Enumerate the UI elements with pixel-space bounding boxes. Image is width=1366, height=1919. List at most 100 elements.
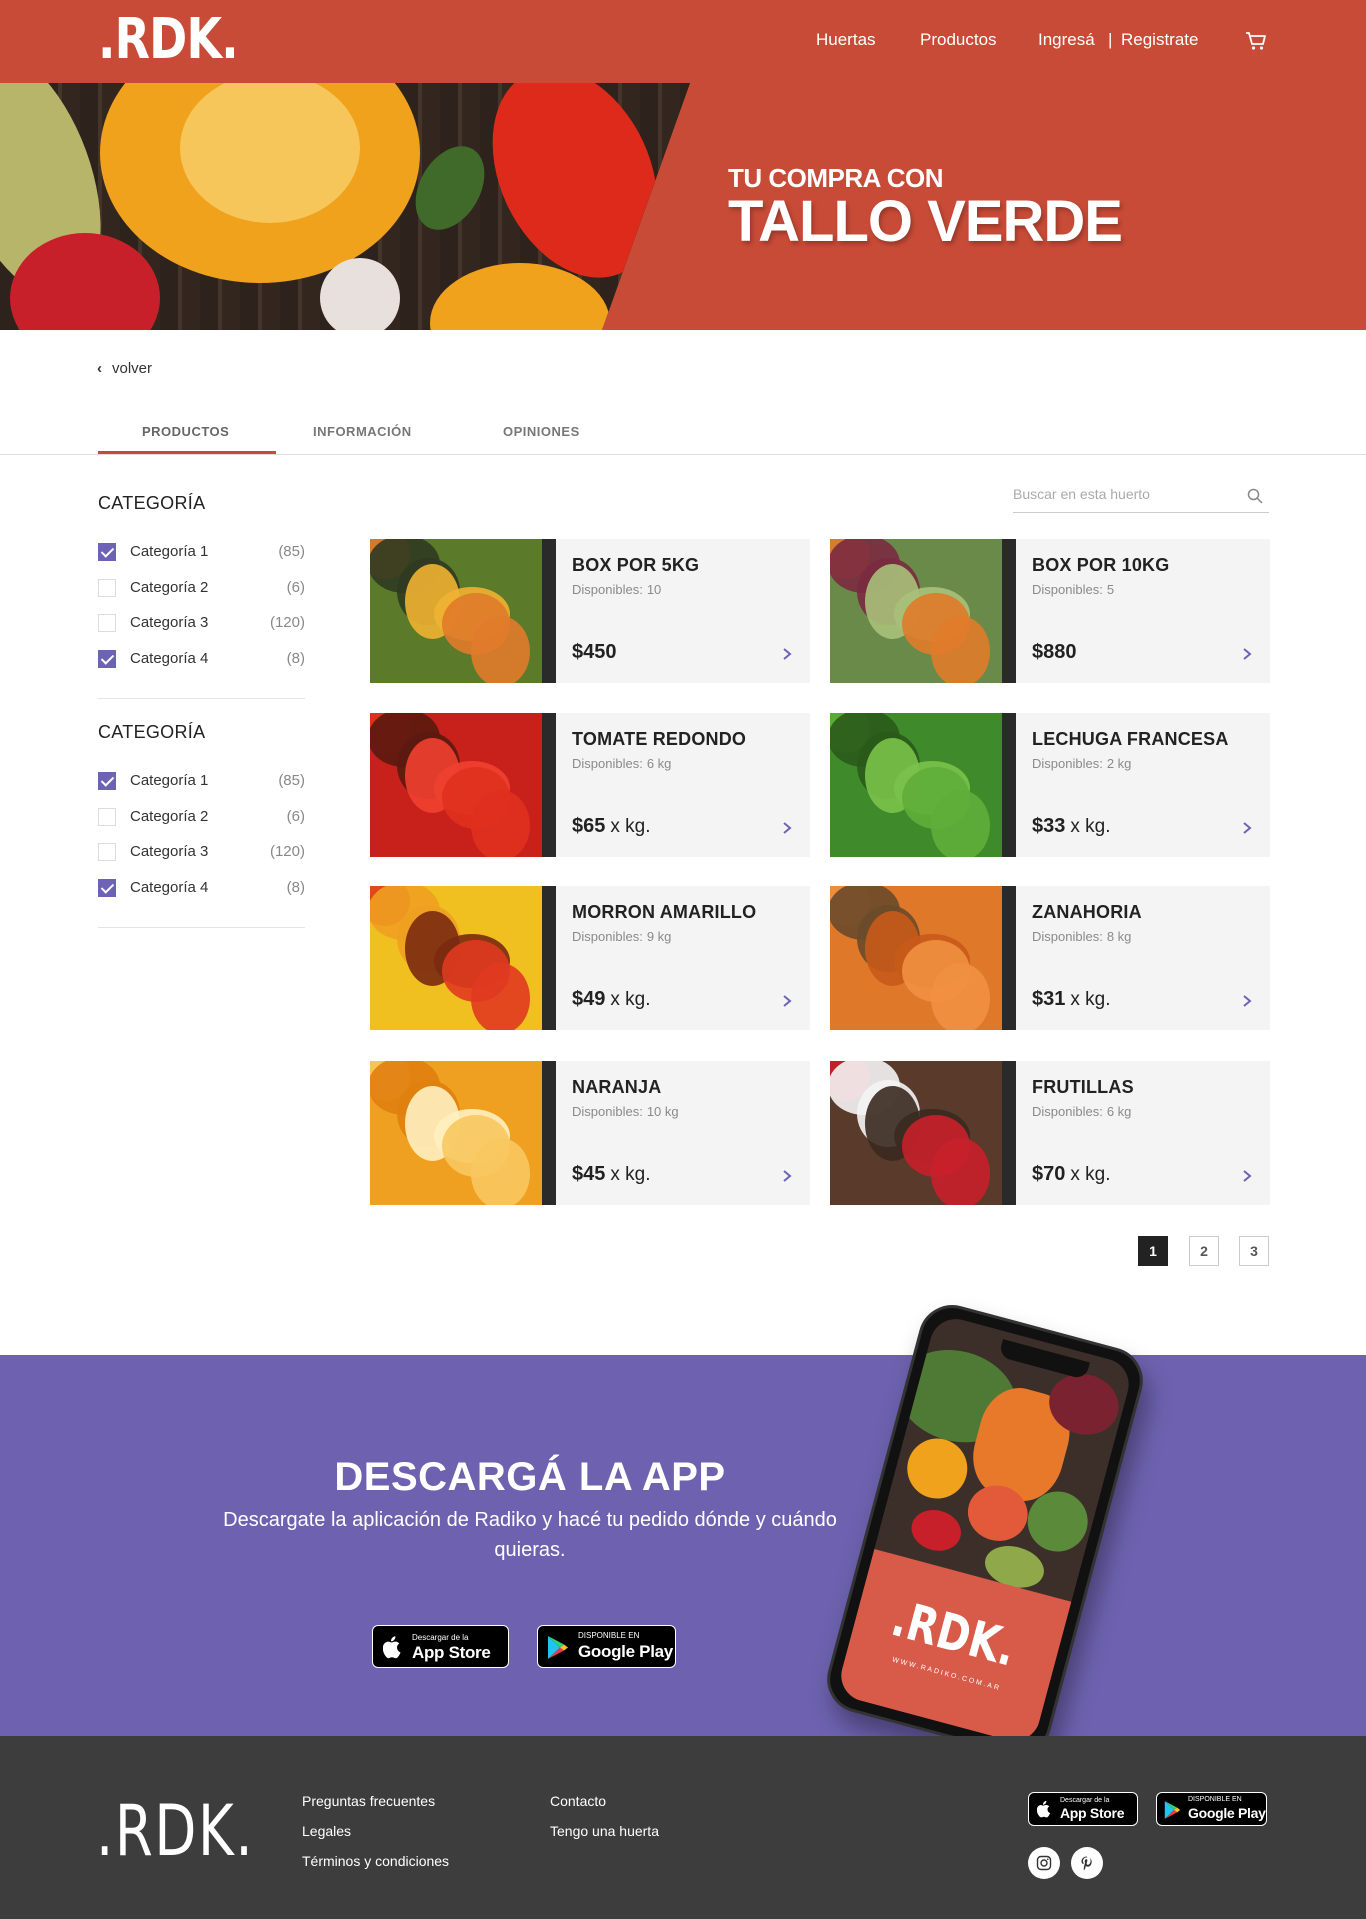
- hero-image: [0, 83, 690, 330]
- product-card[interactable]: LECHUGA FRANCESA Disponibles: 2 kg $33 x kg.: [830, 713, 1270, 857]
- product-price: $450: [572, 641, 617, 664]
- filter-divider: [98, 927, 305, 928]
- product-image[interactable]: [830, 1061, 1002, 1205]
- filter-option[interactable]: Categoría 4 (8): [98, 878, 305, 899]
- product-card[interactable]: MORRON AMARILLO Disponibles: 9 kg $49 x kg.: [370, 886, 810, 1030]
- chevron-right-icon[interactable]: [782, 647, 792, 661]
- tab-opiniones[interactable]: OPINIONES: [503, 424, 580, 439]
- product-image[interactable]: [830, 539, 1002, 683]
- footer-googleplay-button[interactable]: DISPONIBLE EN Google Play: [1156, 1792, 1267, 1826]
- product-name[interactable]: NARANJA: [572, 1077, 661, 1098]
- price-unit: x kg.: [610, 989, 651, 1010]
- nav-ingresa[interactable]: Ingresá: [1038, 30, 1095, 50]
- product-card[interactable]: ZANAHORIA Disponibles: 8 kg $31 x kg.: [830, 886, 1270, 1030]
- instagram-button[interactable]: [1028, 1847, 1060, 1879]
- product-image[interactable]: [370, 886, 542, 1030]
- logo[interactable]: .RDK.: [98, 10, 239, 70]
- chevron-right-icon[interactable]: [1242, 994, 1252, 1008]
- filter-checkbox[interactable]: [98, 772, 116, 790]
- app-description: Descargate la aplicación de Radiko y hac…: [223, 1509, 837, 1561]
- filter-option[interactable]: Categoría 2 (6): [98, 807, 305, 828]
- filter-divider: [98, 698, 305, 699]
- product-name[interactable]: FRUTILLAS: [1032, 1077, 1134, 1098]
- filter-option[interactable]: Categoría 4 (8): [98, 649, 305, 670]
- footer-link-faq[interactable]: Preguntas frecuentes: [302, 1793, 435, 1809]
- product-availability: Disponibles: 10: [572, 582, 661, 597]
- back-link[interactable]: ‹ volver: [97, 360, 152, 377]
- footer-link-contacto[interactable]: Contacto: [550, 1793, 606, 1809]
- product-price: $33 x kg.: [1032, 815, 1111, 838]
- nav-registrate[interactable]: Registrate: [1121, 30, 1198, 50]
- googleplay-button[interactable]: DISPONIBLE EN Google Play: [537, 1625, 676, 1668]
- page-3-button[interactable]: 3: [1239, 1236, 1269, 1266]
- page-2-button[interactable]: 2: [1189, 1236, 1219, 1266]
- product-name[interactable]: LECHUGA FRANCESA: [1032, 729, 1229, 750]
- footer-logo[interactable]: .RDK.: [96, 1794, 254, 1868]
- product-card[interactable]: FRUTILLAS Disponibles: 6 kg $70 x kg.: [830, 1061, 1270, 1205]
- availability-label: Disponibles:: [1032, 756, 1103, 771]
- product-name[interactable]: ZANAHORIA: [1032, 902, 1142, 923]
- filter-option[interactable]: Categoría 3 (120): [98, 614, 305, 634]
- filter-checkbox[interactable]: [98, 878, 116, 897]
- cart-icon[interactable]: [1245, 31, 1267, 51]
- price-unit: x kg.: [1070, 1164, 1111, 1185]
- pinterest-button[interactable]: [1071, 1847, 1103, 1879]
- product-name[interactable]: MORRON AMARILLO: [572, 902, 756, 923]
- filter-checkbox[interactable]: [98, 807, 116, 826]
- pinterest-icon: [1081, 1856, 1092, 1871]
- price-unit: x kg.: [610, 1164, 651, 1185]
- filter-title: CATEGORÍA: [98, 493, 206, 513]
- googleplay-label: Google Play: [578, 1642, 673, 1661]
- filter-option[interactable]: Categoría 1 (85): [98, 772, 305, 792]
- product-card[interactable]: BOX POR 10KG Disponibles: 5 $880: [830, 539, 1270, 683]
- product-image[interactable]: [370, 713, 542, 857]
- chevron-right-icon[interactable]: [1242, 821, 1252, 835]
- product-image[interactable]: [370, 1061, 542, 1205]
- product-name[interactable]: TOMATE REDONDO: [572, 729, 746, 750]
- chevron-right-icon[interactable]: [782, 821, 792, 835]
- price-value: $49: [572, 988, 606, 1010]
- chevron-right-icon[interactable]: [1242, 647, 1252, 661]
- filter-checkbox[interactable]: [98, 649, 116, 668]
- appstore-button[interactable]: Descargar de la App Store: [372, 1625, 509, 1668]
- product-availability: Disponibles: 6 kg: [572, 756, 671, 771]
- chevron-right-icon[interactable]: [782, 1169, 792, 1183]
- filter-checkbox[interactable]: [98, 614, 116, 632]
- filter-checkbox[interactable]: [98, 578, 116, 597]
- filter-option[interactable]: Categoría 1 (85): [98, 543, 305, 563]
- filter-label: Categoría 1: [130, 772, 209, 789]
- product-image[interactable]: [830, 886, 1002, 1030]
- instagram-icon: [1036, 1855, 1052, 1871]
- app-download-section: DESCARGÁ LA APP Descargate la aplicación…: [0, 1355, 1366, 1736]
- product-image[interactable]: [370, 539, 542, 683]
- chevron-right-icon[interactable]: [1242, 1169, 1252, 1183]
- filter-option[interactable]: Categoría 2 (6): [98, 578, 305, 599]
- footer-link-legales[interactable]: Legales: [302, 1823, 351, 1839]
- nav-productos[interactable]: Productos: [920, 30, 997, 50]
- nav-huertas[interactable]: Huertas: [816, 30, 876, 50]
- search-icon[interactable]: [1247, 488, 1263, 504]
- availability-value: 6 kg: [1106, 1104, 1132, 1119]
- tab-informacion[interactable]: INFORMACIÓN: [313, 424, 412, 439]
- product-name[interactable]: BOX POR 5KG: [572, 555, 699, 576]
- chevron-left-icon: ‹: [97, 360, 102, 377]
- page-1-button[interactable]: 1: [1138, 1236, 1168, 1266]
- search-input[interactable]: [1013, 486, 1233, 502]
- filter-count: (8): [286, 878, 305, 896]
- filter-checkbox[interactable]: [98, 543, 116, 561]
- product-card[interactable]: TOMATE REDONDO Disponibles: 6 kg $65 x kg.: [370, 713, 810, 857]
- header: .RDK. Huertas Productos Ingresá | Regist…: [0, 0, 1366, 83]
- price-value: $45: [572, 1163, 606, 1185]
- filter-option[interactable]: Categoría 3 (120): [98, 843, 305, 863]
- product-card[interactable]: BOX POR 5KG Disponibles: 10 $450: [370, 539, 810, 683]
- footer-appstore-button[interactable]: Descargar de la App Store: [1028, 1792, 1138, 1826]
- tab-productos[interactable]: PRODUCTOS: [142, 424, 229, 439]
- product-name[interactable]: BOX POR 10KG: [1032, 555, 1169, 576]
- chevron-right-icon[interactable]: [782, 994, 792, 1008]
- filter-checkbox[interactable]: [98, 843, 116, 861]
- product-image[interactable]: [830, 713, 1002, 857]
- product-card[interactable]: NARANJA Disponibles: 10 kg $45 x kg.: [370, 1061, 810, 1205]
- price-value: $70: [1032, 1163, 1066, 1185]
- footer-link-huerta[interactable]: Tengo una huerta: [550, 1823, 659, 1839]
- footer-link-terminos[interactable]: Términos y condiciones: [302, 1853, 449, 1869]
